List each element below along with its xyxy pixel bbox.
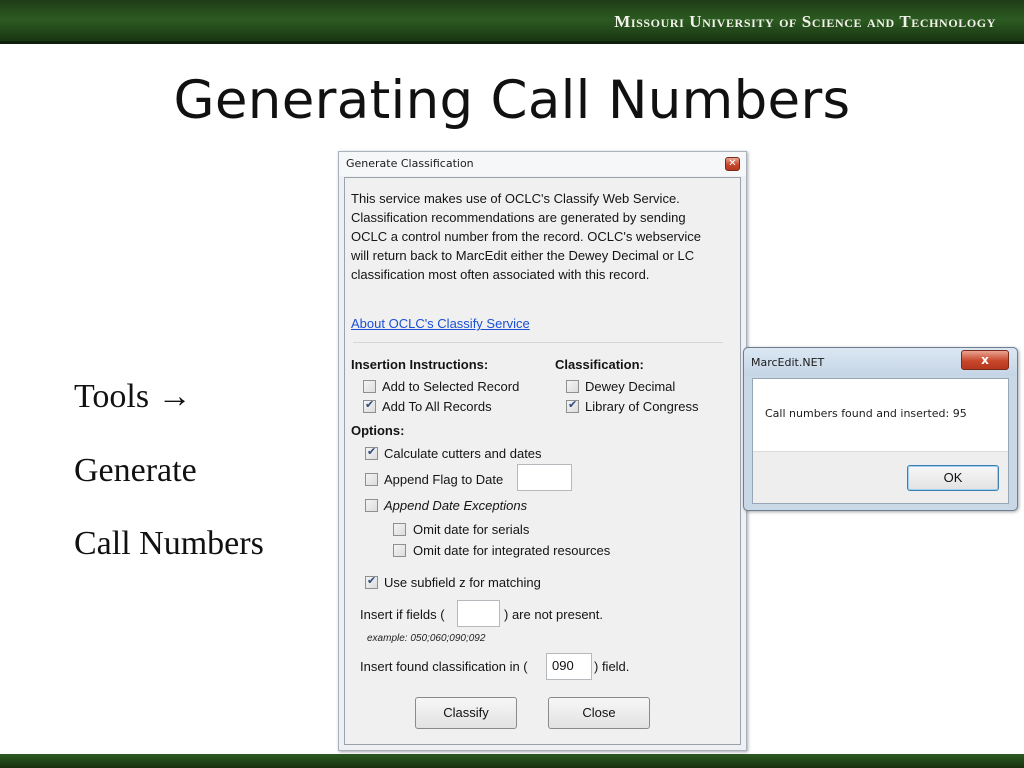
add-selected-checkbox[interactable]: [363, 380, 376, 393]
subfield-z-checkbox[interactable]: [365, 574, 378, 589]
insert-if-suffix: ) are not present.: [504, 607, 603, 622]
message-titlebar: MarcEdit.NET x: [744, 348, 1017, 376]
about-classify-link[interactable]: About OCLC's Classify Service: [351, 316, 530, 331]
append-flag-label: Append Flag to Date: [384, 472, 504, 487]
add-selected-label: Add to Selected Record: [382, 379, 520, 394]
append-exceptions-checkbox[interactable]: [365, 499, 378, 512]
message-title: MarcEdit.NET: [751, 356, 825, 369]
insert-found-prefix: Insert found classification in (: [360, 659, 528, 674]
generate-classification-dialog: Generate Classification ✕ This service m…: [338, 151, 747, 751]
calc-cutters-label: Calculate cutters and dates: [384, 446, 542, 461]
add-all-label: Add To All Records: [382, 399, 492, 414]
insert-found-field-input[interactable]: 090: [546, 653, 592, 680]
subfield-z-label: Use subfield z for matching: [384, 575, 541, 590]
divider: [353, 342, 723, 343]
message-text: Call numbers found and inserted: 95: [765, 407, 967, 420]
omit-integrated-checkbox[interactable]: [393, 544, 406, 557]
message-footer: OK: [753, 451, 1008, 503]
marcedit-message-dialog: MarcEdit.NET x Call numbers found and in…: [743, 347, 1018, 511]
insert-if-fields-input[interactable]: [457, 600, 500, 627]
lc-label: Library of Congress: [585, 399, 699, 414]
side-text-call-numbers: Call Numbers: [74, 525, 264, 562]
dialog-panel: This service makes use of OCLC's Classif…: [344, 177, 741, 745]
header-band: Missouri University of Science and Techn…: [0, 0, 1024, 44]
insert-found-suffix: ) field.: [594, 659, 630, 674]
dialog-titlebar: Generate Classification ✕: [339, 152, 746, 176]
append-exceptions-label: Append Date Exceptions: [384, 498, 528, 513]
university-banner: Missouri University of Science and Techn…: [614, 12, 996, 31]
footer-band: [0, 754, 1024, 768]
omit-serials-checkbox[interactable]: [393, 523, 406, 536]
side-text-generate: Generate: [74, 452, 197, 489]
insert-if-prefix: Insert if fields (: [360, 607, 445, 622]
slide-title: Generating Call Numbers: [173, 70, 851, 131]
append-flag-checkbox[interactable]: [365, 473, 378, 486]
calc-cutters-checkbox[interactable]: [365, 445, 378, 460]
side-text-tools: Tools →: [74, 378, 192, 415]
dialog-title: Generate Classification: [346, 157, 474, 170]
append-flag-input[interactable]: [517, 464, 572, 491]
omit-serials-label: Omit date for serials: [413, 522, 530, 537]
close-icon[interactable]: ✕: [725, 157, 740, 171]
options-heading: Options:: [351, 423, 405, 438]
lc-checkbox[interactable]: [566, 398, 579, 413]
add-all-checkbox[interactable]: [363, 398, 376, 413]
close-button[interactable]: Close: [548, 697, 650, 729]
service-description: This service makes use of OCLC's Classif…: [351, 191, 701, 282]
ok-button[interactable]: OK: [907, 465, 999, 491]
classify-button[interactable]: Classify: [415, 697, 517, 729]
example-hint: example: 050;060;090;092: [367, 633, 486, 644]
dewey-label: Dewey Decimal: [585, 379, 676, 394]
omit-integrated-label: Omit date for integrated resources: [413, 543, 611, 558]
message-body: Call numbers found and inserted: 95 OK: [752, 378, 1009, 504]
close-icon[interactable]: x: [961, 350, 1009, 370]
insertion-heading: Insertion Instructions:: [351, 357, 489, 372]
dewey-checkbox[interactable]: [566, 380, 579, 393]
classification-heading: Classification:: [555, 357, 644, 372]
